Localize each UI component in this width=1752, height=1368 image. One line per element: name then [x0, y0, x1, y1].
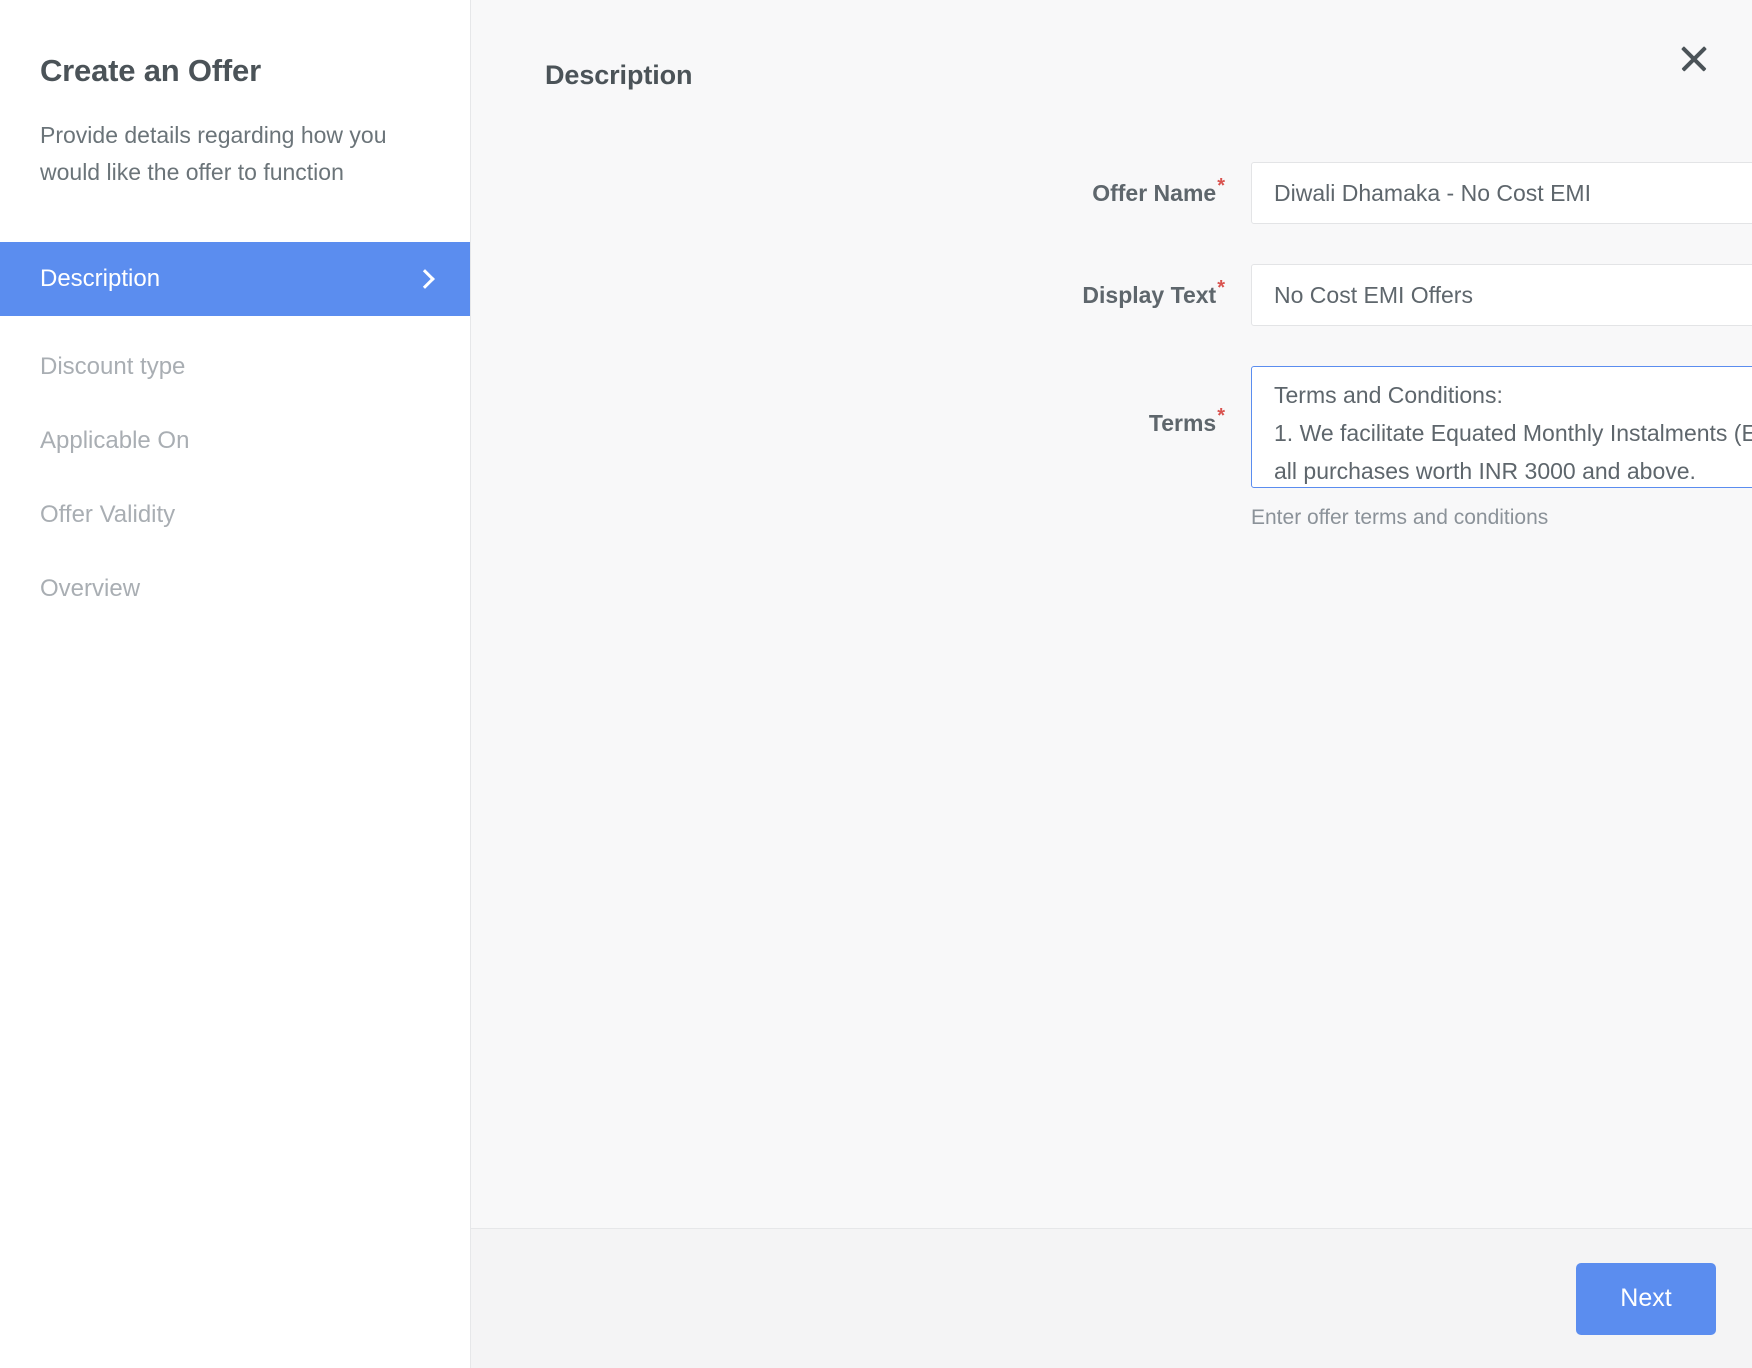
required-marker: *: [1217, 175, 1225, 198]
sidebar-item-label: Discount type: [40, 352, 186, 380]
sidebar-header: Create an Offer Provide details regardin…: [0, 0, 470, 190]
chevron-right-icon: [416, 269, 436, 289]
description-form: Offer Name* Display Text* Terms*: [471, 162, 1752, 571]
panel-title: Description: [545, 60, 693, 90]
wizard-step-nav: Description Discount type Applicable On …: [0, 241, 470, 626]
create-offer-wizard: Create an Offer Provide details regardin…: [0, 0, 1752, 1368]
terms-help-text: Enter offer terms and conditions: [1251, 506, 1549, 529]
page-subtitle: Provide details regarding how you would …: [40, 122, 387, 185]
sidebar-item-applicable-on[interactable]: Applicable On: [0, 404, 470, 478]
sidebar-item-offer-validity[interactable]: Offer Validity: [0, 478, 470, 552]
display-text-label: Display Text*: [471, 264, 1251, 307]
wizard-sidebar: Create an Offer Provide details regardin…: [0, 0, 471, 1368]
page-title: Create an Offer: [40, 53, 261, 88]
wizard-footer: Next: [471, 1228, 1752, 1368]
terms-textarea[interactable]: Terms and Conditions: 1. We facilitate E…: [1251, 366, 1752, 488]
sidebar-item-label: Overview: [40, 574, 141, 602]
terms-label-text: Terms: [1148, 410, 1217, 436]
sidebar-item-label: Description: [40, 264, 161, 292]
wizard-main-body: Description Offer Name* Display Text*: [471, 0, 1752, 1228]
display-text-control: [1251, 264, 1752, 326]
form-row-display-text: Display Text*: [471, 264, 1752, 326]
terms-control: Terms and Conditions: 1. We facilitate E…: [1251, 366, 1752, 531]
sidebar-item-overview[interactable]: Overview: [0, 552, 470, 626]
display-text-input[interactable]: [1251, 264, 1752, 326]
sidebar-item-label: Applicable On: [40, 426, 190, 454]
next-button[interactable]: Next: [1576, 1262, 1716, 1335]
close-icon[interactable]: [1668, 32, 1720, 84]
offer-name-control: [1251, 162, 1752, 224]
terms-textarea-wrapper: Terms and Conditions: 1. We facilitate E…: [1251, 366, 1752, 488]
required-marker: *: [1217, 405, 1225, 428]
form-row-terms: Terms* Terms and Conditions: 1. We facil…: [471, 366, 1752, 531]
offer-name-label: Offer Name*: [471, 162, 1251, 205]
sidebar-item-discount-type[interactable]: Discount type: [0, 330, 470, 404]
terms-label: Terms*: [471, 366, 1251, 435]
offer-name-label-text: Offer Name: [1092, 180, 1217, 206]
required-marker: *: [1217, 277, 1225, 300]
offer-name-input[interactable]: [1251, 162, 1752, 224]
sidebar-item-description[interactable]: Description: [0, 241, 470, 316]
wizard-main-panel: Description Offer Name* Display Text*: [471, 0, 1752, 1368]
display-text-label-text: Display Text: [1082, 282, 1217, 308]
sidebar-item-label: Offer Validity: [40, 500, 176, 528]
form-row-offer-name: Offer Name*: [471, 162, 1752, 224]
